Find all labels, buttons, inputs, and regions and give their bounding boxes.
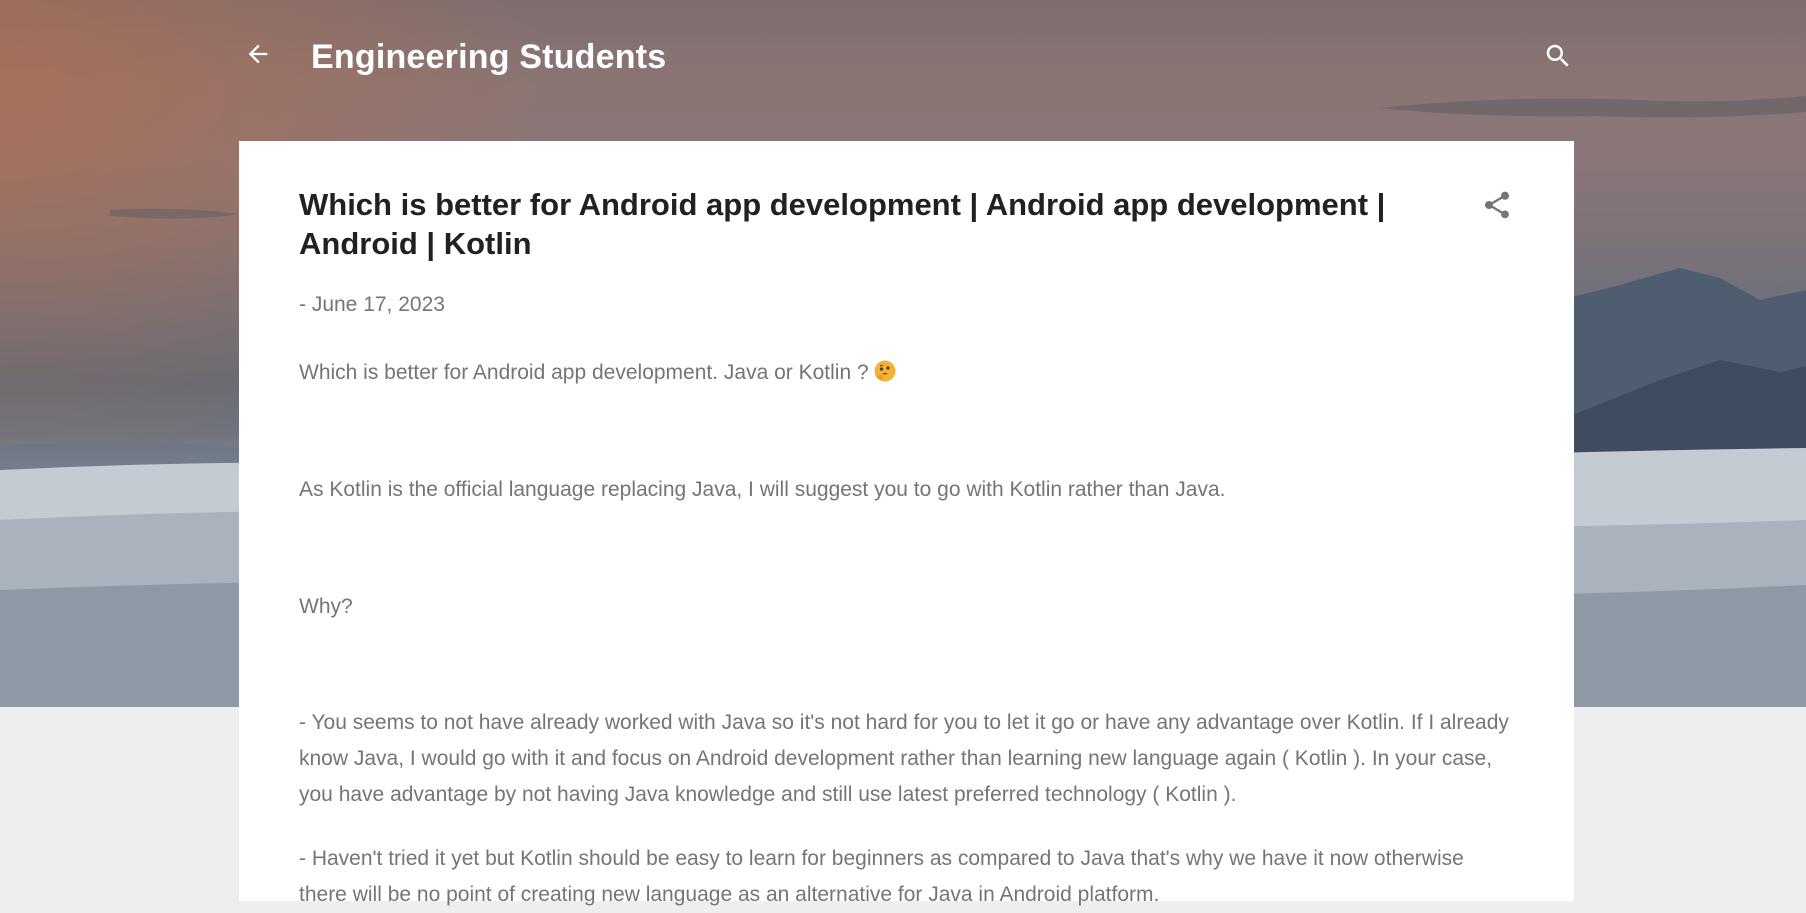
share-icon — [1485, 191, 1509, 219]
site-title[interactable]: Engineering Students — [311, 38, 666, 77]
arrow-left-icon — [248, 44, 268, 64]
post-paragraph: Which is better for Android app developm… — [299, 355, 1517, 391]
share-button[interactable] — [1477, 185, 1517, 225]
paragraph-text: Which is better for Android app developm… — [299, 361, 869, 384]
post-card: Which is better for Android app developm… — [239, 141, 1574, 906]
search-icon — [1546, 44, 1569, 67]
post-paragraph: As Kotlin is the official language repla… — [299, 478, 1226, 501]
blog-header: Engineering Students — [238, 26, 1574, 96]
post-paragraph: - You seems to not have already worked w… — [299, 711, 1509, 806]
post-date[interactable]: - June 17, 2023 — [299, 293, 445, 317]
post-paragraph: Why? — [299, 595, 353, 618]
post-title: Which is better for Android app developm… — [299, 187, 1386, 261]
thinking-face-emoji-icon — [874, 360, 896, 382]
search-button[interactable] — [1538, 36, 1578, 76]
back-button[interactable] — [238, 34, 278, 74]
post-paragraph: - Haven't tried it yet but Kotlin should… — [299, 847, 1464, 906]
